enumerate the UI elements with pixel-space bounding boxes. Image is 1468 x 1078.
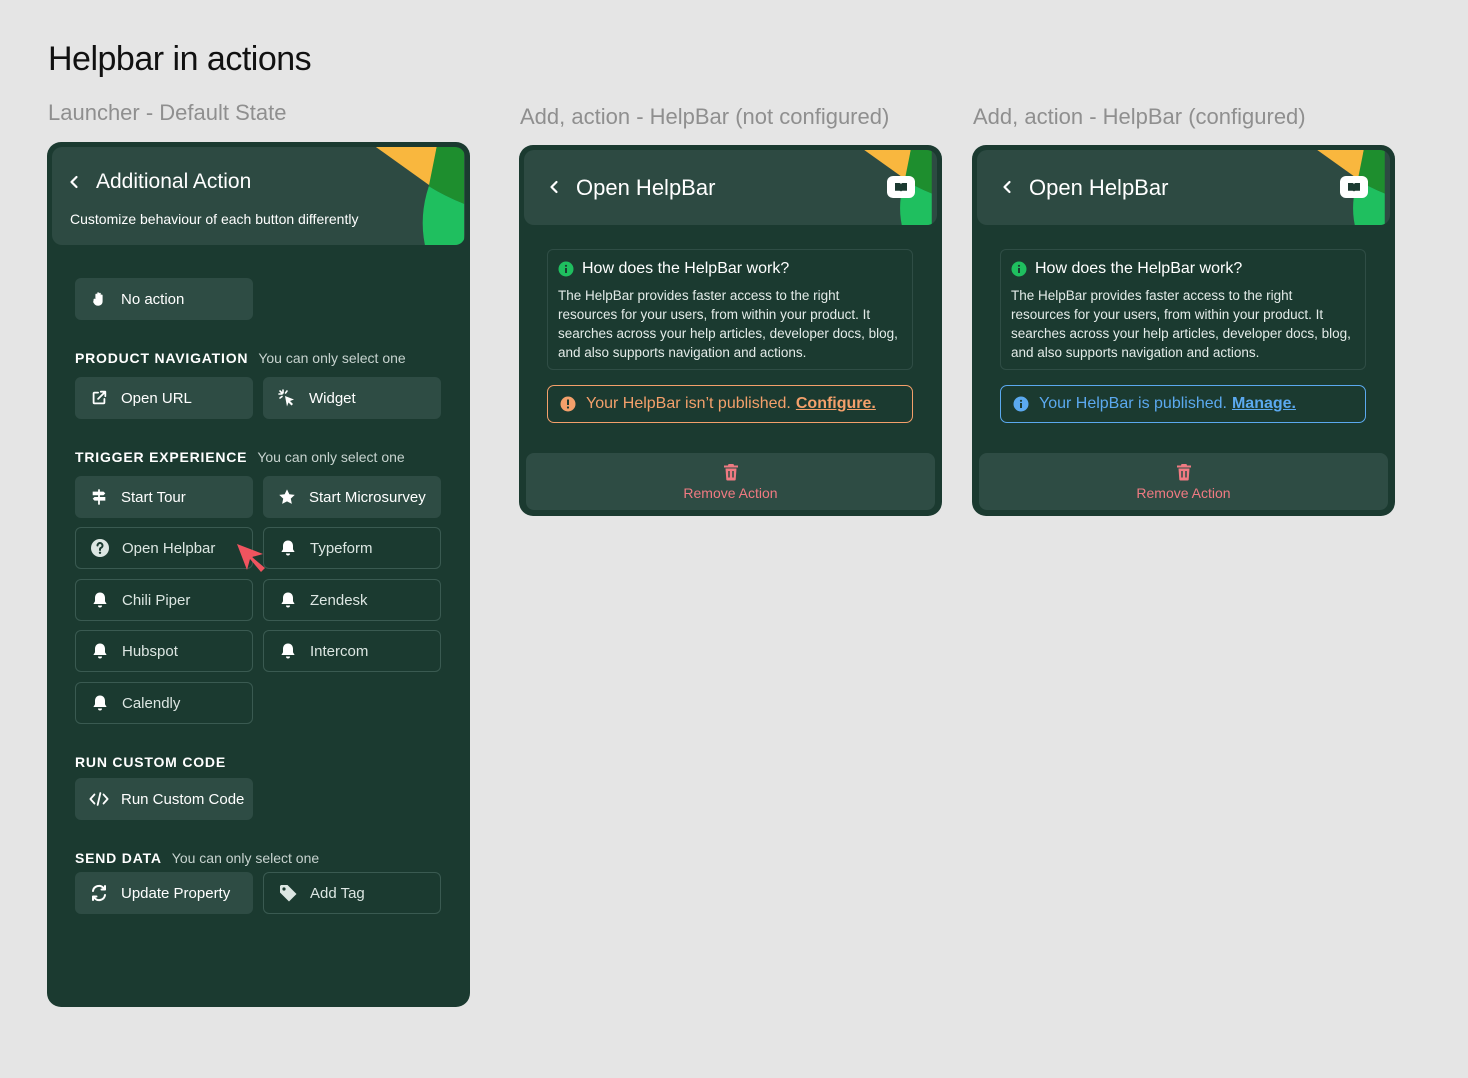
published-status: Your HelpBar is published. Manage. (1000, 385, 1366, 423)
update-property-button[interactable]: Update Property (75, 872, 253, 914)
intercom-button[interactable]: Intercom (263, 630, 441, 672)
group-title: TRIGGER EXPERIENCE (75, 449, 248, 465)
group-title: SEND DATA (75, 850, 162, 866)
start-tour-button[interactable]: Start Tour (75, 476, 253, 518)
tag-icon (278, 883, 298, 903)
group-title: PRODUCT NAVIGATION (75, 350, 249, 366)
widget-label: Widget (309, 389, 356, 407)
hand-icon (89, 289, 109, 309)
not-published-text: Your HelpBar isn’t published. (586, 395, 791, 412)
bell-icon (90, 693, 110, 713)
add-tag-label: Add Tag (310, 884, 365, 902)
run-custom-code-button[interactable]: Run Custom Code (75, 778, 253, 820)
bell-icon (278, 538, 298, 558)
helpbar-header: Open HelpBar (977, 150, 1390, 225)
chevron-left-icon[interactable] (546, 179, 562, 195)
group-note: You can only select one (171, 850, 320, 866)
external-link-icon (89, 388, 109, 408)
section-label-launcher: Launcher - Default State (48, 100, 287, 125)
add-tag-button[interactable]: Add Tag (263, 872, 441, 914)
launcher-header: Additional Action Customize behaviour of… (52, 147, 465, 245)
open-helpbar-label: Open Helpbar (122, 539, 216, 557)
header-title: Additional Action (96, 170, 252, 193)
info-title: How does the HelpBar work? (582, 260, 790, 277)
remove-action-label: Remove Action (1136, 484, 1231, 501)
header-title: Open HelpBar (1029, 175, 1169, 200)
remove-action-button[interactable]: Remove Action (526, 453, 935, 510)
info-icon (1011, 261, 1027, 277)
start-microsurvey-button[interactable]: Start Microsurvey (263, 476, 441, 518)
bell-icon (278, 590, 298, 610)
remove-action-button[interactable]: Remove Action (979, 453, 1388, 510)
question-circle-icon (90, 538, 110, 558)
widget-button[interactable]: Widget (263, 377, 441, 419)
no-action-label: No action (121, 290, 185, 308)
open-helpbar-button[interactable]: Open Helpbar (75, 527, 253, 569)
start-microsurvey-label: Start Microsurvey (309, 488, 426, 506)
open-url-label: Open URL (121, 389, 192, 407)
refresh-icon (89, 883, 109, 903)
run-custom-code-label: Run Custom Code (121, 790, 245, 808)
bell-icon (278, 641, 298, 661)
group-label-run-custom-code: RUN CUSTOM CODE (75, 754, 226, 770)
header-subtitle: Customize behaviour of each button diffe… (70, 211, 359, 227)
start-tour-label: Start Tour (121, 488, 186, 506)
section-label-not-configured: Add, action - HelpBar (not configured) (520, 104, 890, 129)
remove-action-label: Remove Action (683, 484, 778, 501)
info-title: How does the HelpBar work? (1035, 260, 1243, 277)
page-title: Helpbar in actions (48, 40, 312, 78)
decorative-shape-icon (375, 147, 465, 245)
signpost-icon (89, 487, 109, 507)
hubspot-label: Hubspot (122, 642, 178, 660)
info-icon (1013, 396, 1029, 412)
code-icon (89, 789, 109, 809)
info-title-row: How does the HelpBar work? (1011, 260, 1355, 278)
open-url-button[interactable]: Open URL (75, 377, 253, 419)
chevron-left-icon[interactable] (999, 179, 1015, 195)
typeform-button[interactable]: Typeform (263, 527, 441, 569)
helpbar-header: Open HelpBar (524, 150, 937, 225)
book-icon (1340, 176, 1368, 198)
bell-icon (90, 590, 110, 610)
pointer-arrow-icon (237, 544, 265, 572)
calendly-label: Calendly (122, 694, 181, 712)
update-property-label: Update Property (121, 884, 231, 902)
hubspot-button[interactable]: Hubspot (75, 630, 253, 672)
calendly-button[interactable]: Calendly (75, 682, 253, 724)
group-label-product-navigation: PRODUCT NAVIGATION You can only select on… (75, 350, 406, 366)
configure-link[interactable]: Configure. (796, 395, 876, 413)
zendesk-button[interactable]: Zendesk (263, 579, 441, 621)
cursor-click-icon (277, 388, 297, 408)
trash-icon (723, 463, 738, 480)
published-text: Your HelpBar is published. (1039, 395, 1227, 412)
chili-piper-label: Chili Piper (122, 591, 191, 609)
star-icon (277, 487, 297, 507)
info-icon (558, 261, 574, 277)
helpbar-info-card: How does the HelpBar work? The HelpBar p… (547, 249, 913, 370)
typeform-label: Typeform (310, 539, 373, 557)
group-note: You can only select one (257, 449, 405, 465)
alert-icon (560, 396, 576, 412)
helpbar-configured-panel: Open HelpBar How does the HelpBar work? … (972, 145, 1395, 516)
helpbar-info-card: How does the HelpBar work? The HelpBar p… (1000, 249, 1366, 370)
info-title-row: How does the HelpBar work? (558, 260, 902, 278)
intercom-label: Intercom (310, 642, 369, 660)
not-published-status: Your HelpBar isn’t published. Configure. (547, 385, 913, 423)
group-note: You can only select one (258, 350, 406, 366)
zendesk-label: Zendesk (310, 591, 368, 609)
info-body: The HelpBar provides faster access to th… (1011, 288, 1351, 360)
no-action-button[interactable]: No action (75, 278, 253, 320)
group-label-trigger-experience: TRIGGER EXPERIENCE You can only select on… (75, 449, 405, 465)
header-title: Open HelpBar (576, 175, 716, 200)
bell-icon (90, 641, 110, 661)
section-label-configured: Add, action - HelpBar (configured) (973, 104, 1306, 129)
info-body: The HelpBar provides faster access to th… (558, 288, 898, 360)
book-icon (887, 176, 915, 198)
trash-icon (1176, 463, 1191, 480)
helpbar-not-configured-panel: Open HelpBar How does the HelpBar work? … (519, 145, 942, 516)
manage-link[interactable]: Manage. (1232, 395, 1296, 413)
chili-piper-button[interactable]: Chili Piper (75, 579, 253, 621)
group-label-send-data: SEND DATA You can only select one (75, 850, 319, 866)
chevron-left-icon[interactable] (66, 174, 82, 190)
